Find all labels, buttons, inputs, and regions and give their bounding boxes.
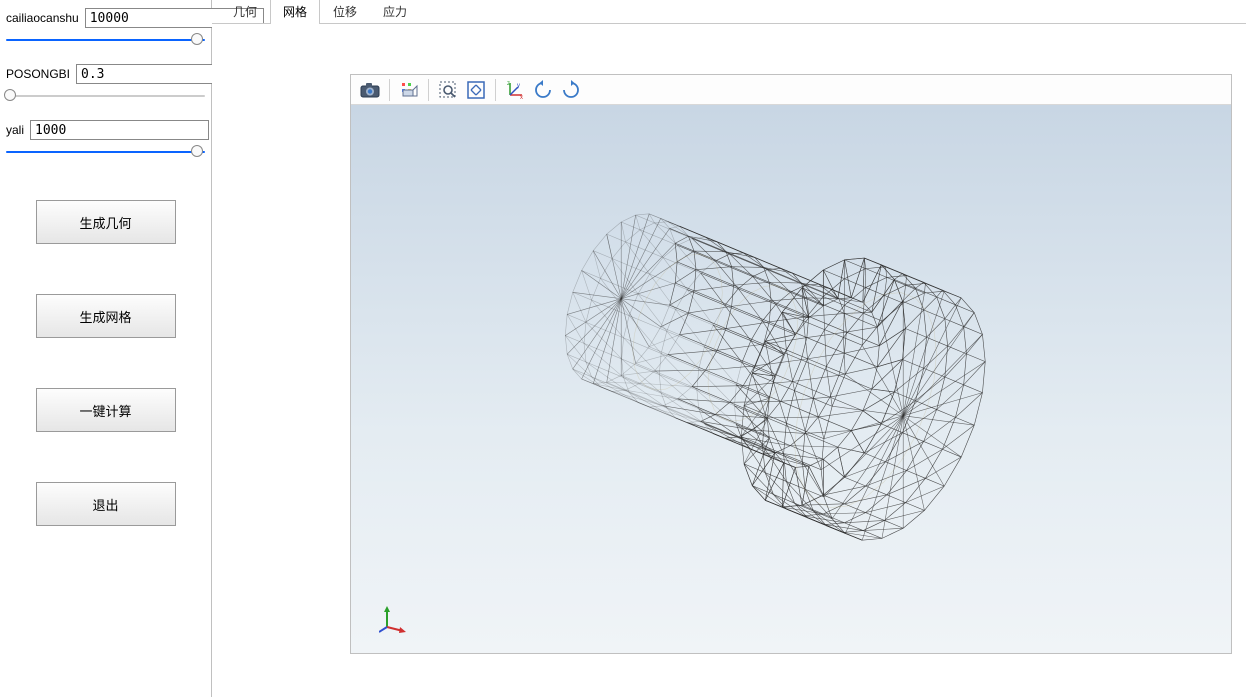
param-label: POSONGBI <box>6 67 70 81</box>
rotate-ccw-icon[interactable] <box>530 77 556 103</box>
svg-text:y: y <box>517 83 520 89</box>
app-root: cailiaocanshu POSONGBI yali <box>0 0 1246 697</box>
compute-button[interactable]: 一键计算 <box>36 388 176 432</box>
sidebar: cailiaocanshu POSONGBI yali <box>0 0 212 697</box>
tab-stress[interactable]: 应力 <box>370 0 420 24</box>
camera-icon[interactable] <box>357 77 383 103</box>
param-label: yali <box>6 123 24 137</box>
perspective-box-icon[interactable] <box>396 77 422 103</box>
param-cailiaocanshu: cailiaocanshu <box>6 8 205 48</box>
param-slider-cailiaocanshu[interactable] <box>6 32 205 48</box>
rotate-cw-icon[interactable] <box>558 77 584 103</box>
param-posongbi: POSONGBI <box>6 64 205 104</box>
zoom-box-icon[interactable] <box>435 77 461 103</box>
generate-mesh-button[interactable]: 生成网格 <box>36 294 176 338</box>
tab-geometry[interactable]: 几何 <box>220 0 270 24</box>
svg-text:z: z <box>507 81 510 87</box>
viewport-3d[interactable] <box>351 105 1231 653</box>
zoom-fit-icon[interactable] <box>463 77 489 103</box>
tab-displacement[interactable]: 位移 <box>320 0 370 24</box>
svg-text:x: x <box>520 95 523 100</box>
param-label: cailiaocanshu <box>6 11 79 25</box>
viewport-frame: z x y <box>350 74 1232 654</box>
viewer-toolbar: z x y <box>351 75 1231 105</box>
axes-icon[interactable]: z x y <box>502 77 528 103</box>
param-slider-posongbi[interactable] <box>6 88 205 104</box>
sidebar-buttons: 生成几何 生成网格 一键计算 退出 <box>6 200 205 526</box>
param-yali: yali <box>6 120 205 160</box>
content: z x y <box>212 24 1246 697</box>
axes-triad-icon <box>379 605 407 633</box>
param-slider-yali[interactable] <box>6 144 205 160</box>
main: 几何 网格 位移 应力 <box>212 0 1246 697</box>
generate-geometry-button[interactable]: 生成几何 <box>36 200 176 244</box>
exit-button[interactable]: 退出 <box>36 482 176 526</box>
tabbar: 几何 网格 位移 应力 <box>212 0 1246 24</box>
param-input-yali[interactable] <box>30 120 209 140</box>
mesh-wireframe <box>351 105 1231 653</box>
tab-mesh[interactable]: 网格 <box>270 0 320 24</box>
